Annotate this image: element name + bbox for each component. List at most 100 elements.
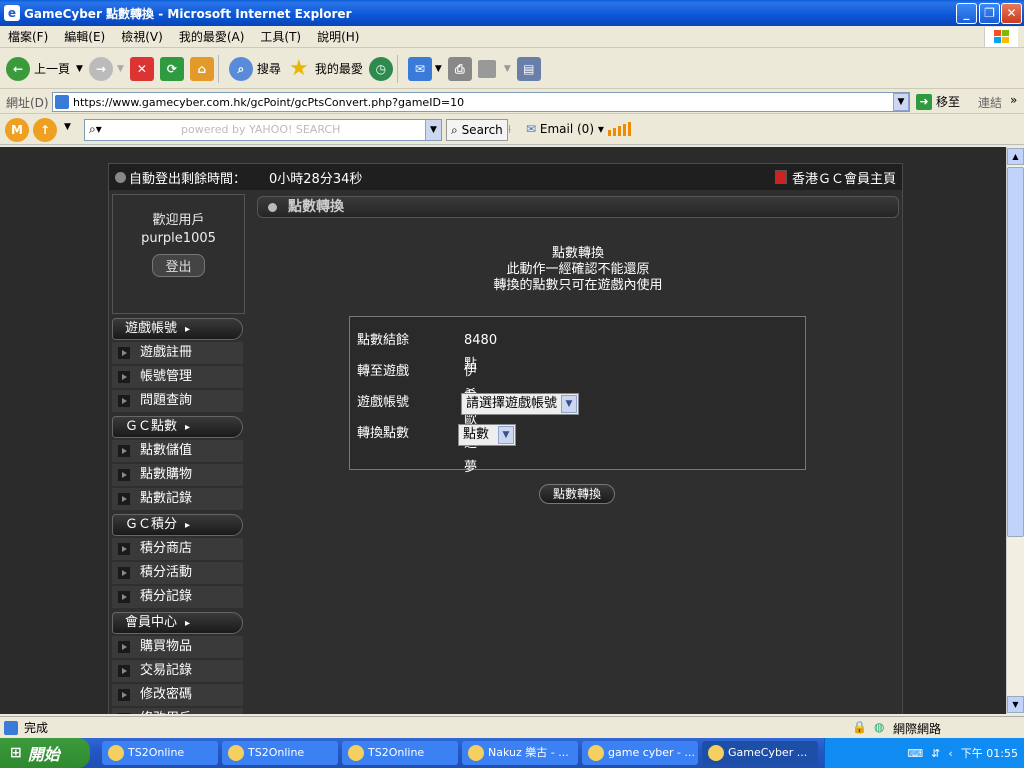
chevron-down-icon[interactable]: ▼ [117,64,124,74]
window-title: GameCyber 點數轉換 - Microsoft Internet Expl… [24,6,352,21]
refresh-button[interactable]: ⟳ [159,53,184,85]
search-button[interactable]: ⌕ 搜尋 [228,53,281,85]
stop-button[interactable]: ✕ [129,53,154,85]
title-bar: e GameCyber 點數轉換 - Microsoft Internet Ex… [0,0,1024,26]
sidebar-item[interactable]: 修改密碼 [112,684,243,706]
mail-button[interactable]: ✉ ▼ [407,53,442,85]
taskbar-button[interactable]: TS2Online [222,741,338,765]
history-button[interactable]: ◷ [368,53,393,85]
minimize-button[interactable]: _ [956,3,977,24]
taskbar-button-label: Nakuz 樂古 - ... [488,746,569,759]
amount-select[interactable]: 點數 ▼ [458,424,516,446]
sidebar-item[interactable]: 修改用戶 [112,708,243,714]
sidebar-section-1[interactable]: ＧＣ點數 [112,416,243,438]
maximize-button[interactable]: ❐ [979,3,1000,24]
close-button[interactable]: ✕ [1001,3,1022,24]
search-icon: ⌕▾ [89,122,102,136]
separator [217,54,219,83]
yahoo-toolbar: M ↑ ▼ ⌕▾ powered by YAHOO! SEARCH ▼ ⌕ Se… [0,115,1024,145]
amount-select-value: 點數 [463,427,490,442]
chevron-down-icon[interactable]: ▼ [425,120,441,140]
research-icon: ▤ [516,56,541,81]
sidebar-item[interactable]: 積分商店 [112,538,243,560]
target-value: 伊希歐之夢 [464,364,478,475]
sidebar-item[interactable]: 帳號管理 [112,366,243,388]
chevron-down-icon[interactable]: ▼ [64,122,71,132]
notice-text: 點數轉換 此動作一經確認不能還原 轉換的點數只可在遊戲內使用 [257,246,899,294]
windows-logo-icon: ⊞ [10,745,22,761]
messenger-icon[interactable]: M [5,118,29,142]
scroll-thumb[interactable] [1007,167,1024,537]
sidebar-item[interactable]: 點數記錄 [112,488,243,510]
app-icon [348,745,364,761]
taskbar: ⊞ 開始 TS2Online TS2Online TS2Online Nakuz 樂古… [0,738,1024,768]
forward-button[interactable]: → ▼ [88,53,124,85]
sidebar-section-2[interactable]: ＧＣ積分 [112,514,243,536]
sidebar-item[interactable]: 遊戲註冊 [112,342,243,364]
taskbar-button[interactable]: Nakuz 樂古 - ... [462,741,578,765]
sidebar-item[interactable]: 積分記錄 [112,586,243,608]
menu-tools[interactable]: 工具(T) [252,28,309,45]
chevron-right-icon[interactable]: » [1010,93,1017,107]
taskbar-button[interactable]: TS2Online [342,741,458,765]
keyboard-icon[interactable]: ⌨ [907,747,923,760]
favorites-button[interactable]: ★ 我的最愛 [287,53,363,85]
taskbar-button[interactable]: TS2Online [102,741,218,765]
convert-button[interactable]: 點數轉換 [539,484,615,504]
scroll-up-arrow-icon[interactable]: ▲ [1007,148,1024,165]
network-icon[interactable]: ⇵ [931,747,940,760]
menu-help[interactable]: 說明(H) [309,28,367,45]
signal-bars-icon[interactable] [608,122,631,136]
home-button[interactable]: ⌂ [189,53,214,85]
edit-button[interactable]: ▼ [477,53,511,85]
bullet-icon [115,172,126,183]
research-button[interactable]: ▤ [516,53,541,85]
menu-file[interactable]: 檔案(F) [0,28,56,45]
print-button[interactable]: ⎙ [447,53,472,85]
sidebar-item[interactable]: 點數儲值 [112,440,243,462]
yahoo-search-label: Search [461,123,503,137]
sidebar-section-0[interactable]: 遊戲帳號 [112,318,243,340]
refresh-icon: ⟳ [159,56,184,81]
account-select-value: 請選擇遊戲帳號 [466,396,558,411]
sidebar-item[interactable]: 問題查詢 [112,390,243,412]
address-input[interactable] [52,92,910,112]
go-button[interactable]: ➜ 移至 [916,93,960,110]
yahoo-search-input[interactable]: ⌕▾ powered by YAHOO! SEARCH ▼ [84,119,442,141]
start-button[interactable]: ⊞ 開始 [0,738,90,768]
address-dropdown-button[interactable]: ▼ [893,93,909,111]
app-icon [708,745,724,761]
logout-button[interactable]: 登出 [152,254,205,277]
taskbar-button-label: GameCyber ... [728,746,808,759]
app-icon [228,745,244,761]
menu-view[interactable]: 檢視(V) [113,28,171,45]
up-arrow-icon[interactable]: ↑ [33,118,57,142]
user-box: 歡迎用戶 purple1005 登出 [112,194,245,314]
menu-favorites[interactable]: 我的最愛(A) [171,28,253,45]
sidebar-item[interactable]: 積分活動 [112,562,243,584]
links-label[interactable]: 連結 [978,94,1002,111]
star-icon: ★ [289,55,309,81]
taskbar-button[interactable]: game cyber - ... [582,741,698,765]
chevron-down-icon[interactable]: ▼ [504,64,511,74]
target-row: 轉至遊戲 伊希歐之夢 [357,360,477,475]
play-icon [775,170,787,184]
sidebar-item[interactable]: 點數購物 [112,464,243,486]
back-button[interactable]: ← 上一頁 ▼ [6,53,83,85]
yahoo-search-button[interactable]: ⌕ Search [446,119,508,141]
panel-header: 點數轉換 [257,196,899,218]
sidebar-item[interactable]: 購買物品 [112,636,243,658]
account-select[interactable]: 請選擇遊戲帳號 ▼ [461,393,579,415]
chevron-down-icon[interactable]: ▼ [435,64,442,74]
task-list: TS2Online TS2Online TS2Online Nakuz 樂古 - ..… [98,741,818,765]
chevron-left-icon[interactable]: ‹ [948,747,952,760]
sidebar-section-3[interactable]: 會員中心 [112,612,243,634]
sidebar-item[interactable]: 交易記錄 [112,660,243,682]
taskbar-button[interactable]: GameCyber ... [702,741,818,765]
scroll-down-arrow-icon[interactable]: ▼ [1007,696,1024,713]
chevron-down-icon[interactable]: ▼ [76,64,83,74]
menu-edit[interactable]: 編輯(E) [56,28,113,45]
vertical-scrollbar[interactable]: ▲ ▼ [1006,147,1024,714]
member-home-link[interactable]: 香港ＧＣ會員主頁 [792,168,896,187]
yahoo-email-button[interactable]: ✉ Email (0) ▾ [526,122,604,136]
